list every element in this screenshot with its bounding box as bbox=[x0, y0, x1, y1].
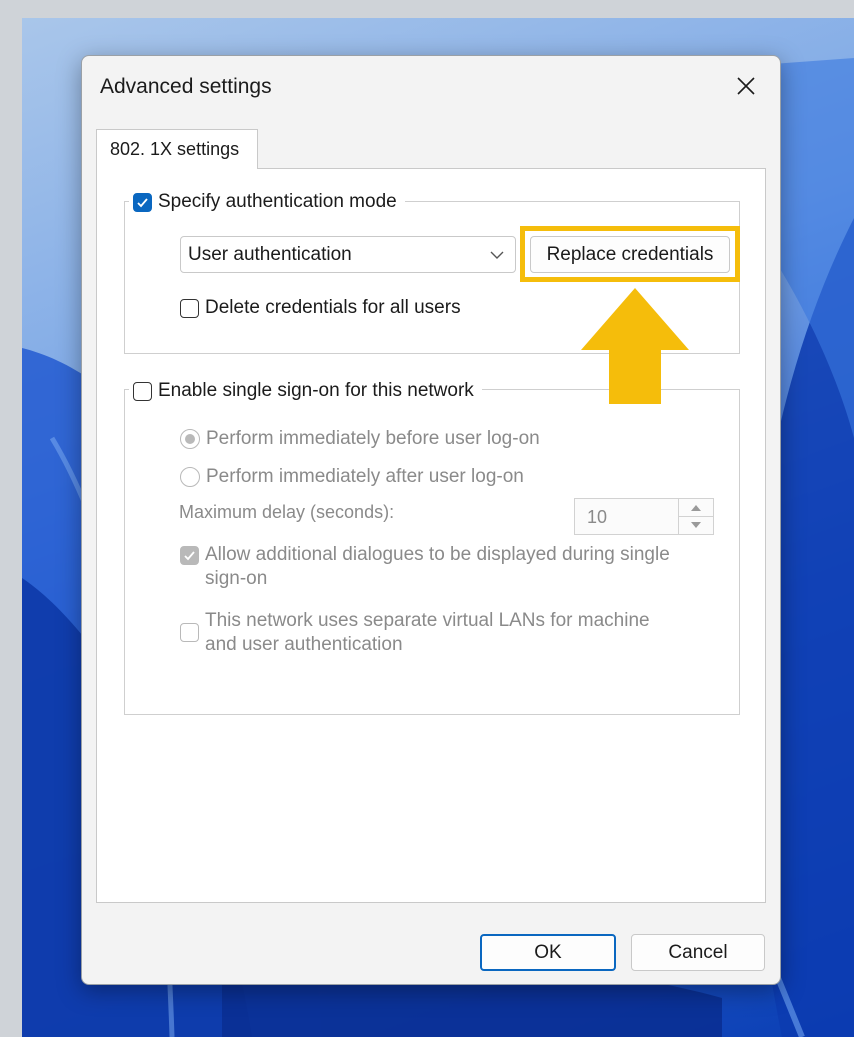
checkmark-icon bbox=[184, 551, 195, 561]
max-delay-row: Maximum delay (seconds): bbox=[179, 502, 394, 523]
allow-dialogs-checkbox[interactable] bbox=[180, 546, 199, 565]
dialog-title: Advanced settings bbox=[100, 75, 272, 98]
specify-auth-mode-label[interactable]: Specify authentication mode bbox=[158, 191, 397, 213]
radio-selected-dot bbox=[185, 434, 195, 444]
specify-auth-mode-checkbox[interactable] bbox=[133, 192, 152, 212]
vlan-line2: and user authentication bbox=[205, 634, 403, 655]
allow-dialogs-line2: sign-on bbox=[205, 568, 268, 589]
spinner-buttons bbox=[678, 499, 713, 534]
max-delay-label: Maximum delay (seconds): bbox=[179, 502, 395, 522]
allow-dialogs-label[interactable]: Allow additional dialogues to be display… bbox=[205, 543, 670, 591]
auth-mode-select[interactable]: User authentication bbox=[180, 236, 516, 273]
enable-sso-checkbox[interactable] bbox=[133, 381, 152, 401]
spin-down-button[interactable] bbox=[679, 516, 713, 533]
auth-mode-legend: Specify authentication mode bbox=[129, 190, 405, 214]
tab-8021x-settings[interactable]: 802. 1X settings bbox=[96, 129, 258, 169]
allow-dialogs-line1: Allow additional dialogues to be display… bbox=[205, 544, 670, 565]
spin-up-button[interactable] bbox=[679, 499, 713, 517]
delete-credentials-checkbox[interactable] bbox=[180, 299, 199, 318]
advanced-settings-dialog: Advanced settings 802. 1X settings Speci… bbox=[81, 55, 781, 985]
arrow-up-icon bbox=[581, 288, 689, 404]
close-icon bbox=[737, 77, 755, 95]
checkmark-icon bbox=[137, 197, 148, 207]
vlan-label[interactable]: This network uses separate virtual LANs … bbox=[205, 609, 650, 657]
auth-mode-select-value: User authentication bbox=[188, 244, 352, 265]
max-delay-spinner[interactable]: 10 bbox=[574, 498, 714, 535]
allow-dialogs-row: Allow additional dialogues to be display… bbox=[180, 543, 670, 591]
spin-down-icon bbox=[691, 521, 701, 528]
chevron-down-icon bbox=[490, 251, 504, 259]
radio-after[interactable] bbox=[180, 467, 200, 487]
radio-before[interactable] bbox=[180, 429, 200, 449]
max-delay-value: 10 bbox=[587, 507, 608, 527]
radio-after-label[interactable]: Perform immediately after user log-on bbox=[206, 466, 524, 488]
delete-credentials-label[interactable]: Delete credentials for all users bbox=[205, 297, 461, 319]
radio-before-label[interactable]: Perform immediately before user log-on bbox=[206, 428, 540, 450]
radio-before-row: Perform immediately before user log-on bbox=[180, 428, 540, 450]
vlan-row: This network uses separate virtual LANs … bbox=[180, 609, 650, 657]
ok-button[interactable]: OK bbox=[480, 934, 616, 971]
cancel-button[interactable]: Cancel bbox=[631, 934, 765, 971]
vlan-line1: This network uses separate virtual LANs … bbox=[205, 610, 650, 631]
close-button[interactable] bbox=[722, 66, 770, 106]
radio-after-row: Perform immediately after user log-on bbox=[180, 466, 524, 488]
tab-panel: Specify authentication mode Enable singl… bbox=[96, 168, 766, 903]
vlan-checkbox[interactable] bbox=[180, 623, 199, 642]
replace-credentials-button[interactable]: Replace credentials bbox=[530, 236, 730, 273]
sso-legend: Enable single sign-on for this network bbox=[129, 379, 482, 403]
enable-sso-label[interactable]: Enable single sign-on for this network bbox=[158, 380, 474, 402]
spin-up-icon bbox=[691, 504, 701, 511]
delete-credentials-row: Delete credentials for all users bbox=[180, 297, 461, 319]
